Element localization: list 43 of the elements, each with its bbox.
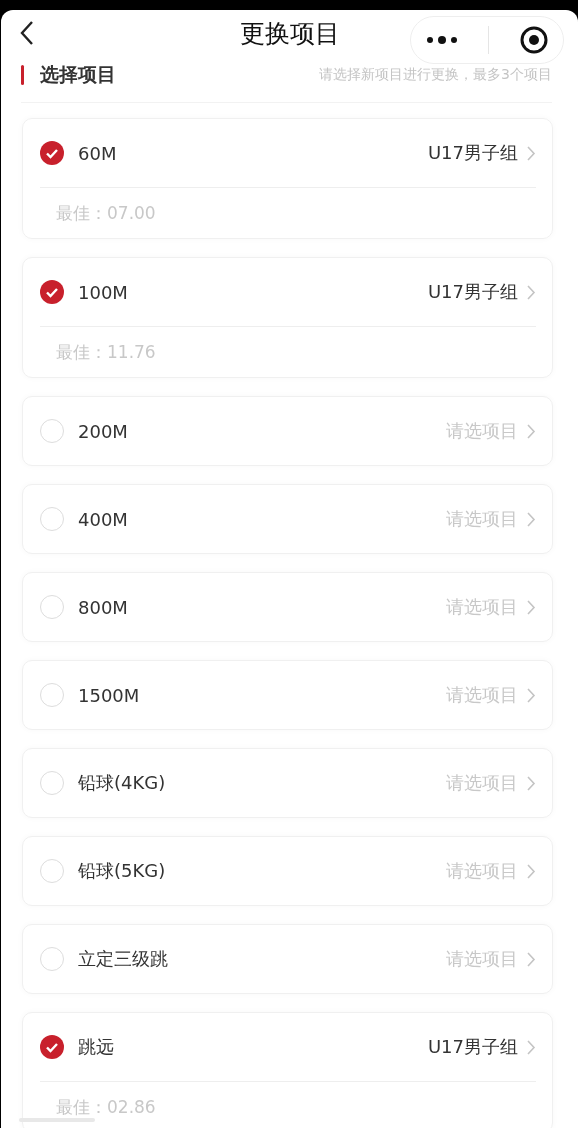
checkbox[interactable] <box>40 947 64 971</box>
checkmark-icon <box>45 147 59 159</box>
checkmark-icon <box>45 286 59 298</box>
group-value[interactable]: U17男子组 <box>427 280 518 304</box>
checkbox[interactable] <box>40 141 64 165</box>
event-name: 100M <box>78 281 129 303</box>
checkmark-icon <box>45 1041 59 1053</box>
checkbox[interactable] <box>40 419 64 443</box>
chevron-icon <box>526 598 536 616</box>
checkbox[interactable] <box>40 683 64 707</box>
close-icon[interactable] <box>519 26 548 54</box>
event-name: 1500M <box>78 684 141 706</box>
chevron-icon <box>526 686 536 704</box>
event-name: 跳远 <box>78 1035 115 1059</box>
chevron-icon <box>526 774 536 792</box>
section-marker <box>21 65 24 85</box>
chevron-icon <box>526 422 536 440</box>
group-value[interactable]: U17男子组 <box>427 1035 518 1059</box>
back-icon[interactable] <box>19 20 35 46</box>
section-hint: 请选择新项目进行更换，最多3个项目 <box>319 66 552 84</box>
checkbox[interactable] <box>40 595 64 619</box>
event-name: 铅球(5KG) <box>78 859 167 883</box>
event-name: 800M <box>78 596 129 618</box>
chevron-icon <box>526 862 536 880</box>
chevron-icon <box>526 283 536 301</box>
chevron-icon <box>526 144 536 162</box>
event-name: 60M <box>78 142 118 164</box>
more-icon[interactable] <box>426 35 459 45</box>
page-title: 更换项目 <box>239 17 340 50</box>
event-name: 200M <box>78 420 129 442</box>
checkbox[interactable] <box>40 280 64 304</box>
group-value[interactable]: U17男子组 <box>427 141 518 165</box>
event-name: 立定三级跳 <box>78 947 169 971</box>
event-name: 铅球(4KG) <box>78 771 167 795</box>
section-title: 选择项目 <box>40 62 117 87</box>
checkbox[interactable] <box>40 507 64 531</box>
checkbox[interactable] <box>40 771 64 795</box>
chevron-icon <box>526 950 536 968</box>
checkbox[interactable] <box>40 1035 64 1059</box>
chevron-icon <box>526 1038 536 1056</box>
checkbox[interactable] <box>40 859 64 883</box>
chevron-icon <box>526 510 536 528</box>
event-name: 400M <box>78 508 129 530</box>
